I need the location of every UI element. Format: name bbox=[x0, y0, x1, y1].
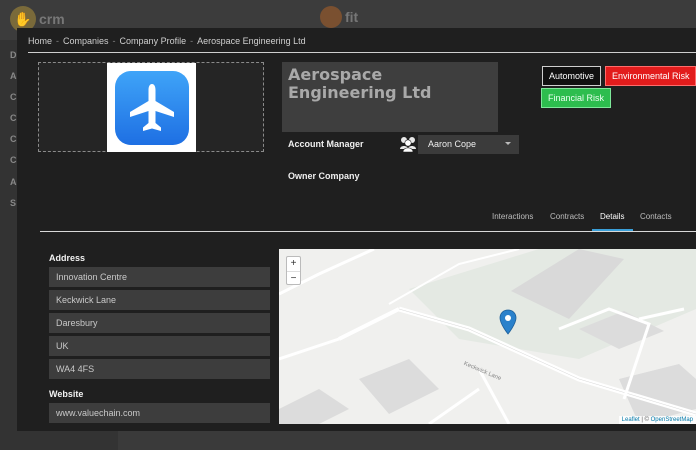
address-label: Address bbox=[49, 253, 86, 263]
tab-details[interactable]: Details bbox=[600, 212, 624, 221]
sidebar-item: A bbox=[10, 177, 17, 187]
sidebar-item: D bbox=[10, 50, 17, 60]
address-line-1: Innovation Centre bbox=[49, 267, 270, 287]
breadcrumb-companies[interactable]: Companies bbox=[63, 36, 109, 46]
leaflet-link[interactable]: Leaflet bbox=[622, 417, 640, 423]
zoom-out-button[interactable]: − bbox=[287, 271, 300, 285]
account-manager-value: Aaron Cope bbox=[428, 139, 477, 149]
tag-automotive[interactable]: Automotive bbox=[542, 66, 602, 86]
tab-contracts[interactable]: Contracts bbox=[550, 212, 584, 221]
people-icon bbox=[400, 137, 416, 153]
sidebar-item: C bbox=[10, 134, 17, 144]
tab-contacts[interactable]: Contacts bbox=[640, 212, 672, 221]
company-profile-modal: Home - Companies - Company Profile - Aer… bbox=[17, 28, 696, 431]
sidebar-item: A bbox=[10, 71, 17, 81]
account-manager-label: Account Manager bbox=[288, 139, 364, 149]
owner-company-label: Owner Company bbox=[288, 171, 360, 181]
map-attribution: Leaflet | © OpenStreetMap bbox=[618, 416, 696, 424]
address-country: UK bbox=[49, 336, 270, 356]
map-tiles bbox=[279, 249, 696, 424]
breadcrumb-current: Aerospace Engineering Ltd bbox=[197, 36, 306, 46]
airplane-icon bbox=[129, 83, 174, 131]
address-city: Daresbury bbox=[49, 313, 270, 333]
openstreetmap-link[interactable]: OpenStreetMap bbox=[651, 417, 693, 423]
tag-environmental-risk[interactable]: Environmental Risk bbox=[605, 66, 696, 86]
address-line-2: Keckwick Lane bbox=[49, 290, 270, 310]
website-value[interactable]: www.valuechain.com bbox=[49, 403, 270, 423]
chevron-down-icon bbox=[505, 142, 511, 145]
map-marker-icon[interactable] bbox=[499, 309, 517, 335]
airplane-app-icon bbox=[114, 70, 189, 145]
header-divider bbox=[28, 52, 696, 53]
sidebar-item: C bbox=[10, 155, 17, 165]
website-label: Website bbox=[49, 389, 84, 399]
sidebar-item: S bbox=[10, 198, 17, 208]
breadcrumb-home[interactable]: Home bbox=[28, 36, 52, 46]
sidebar-item: C bbox=[10, 92, 17, 102]
company-logo bbox=[107, 63, 196, 152]
location-map[interactable]: Keckwick Lane + − Leaflet | © OpenStreet… bbox=[279, 249, 696, 424]
company-logo-dropzone[interactable] bbox=[38, 62, 264, 152]
breadcrumb: Home - Companies - Company Profile - Aer… bbox=[28, 36, 306, 46]
account-manager-select[interactable]: Aaron Cope bbox=[418, 135, 519, 154]
zoom-in-button[interactable]: + bbox=[287, 257, 300, 271]
sidebar-item: C bbox=[10, 113, 17, 123]
company-name: Aerospace Engineering Ltd bbox=[288, 65, 432, 102]
fit-logo-icon bbox=[320, 6, 342, 28]
breadcrumb-company-profile[interactable]: Company Profile bbox=[120, 36, 187, 46]
fit-logo: fit bbox=[320, 6, 358, 28]
tab-interactions[interactable]: Interactions bbox=[492, 212, 533, 221]
tabs-divider bbox=[40, 231, 696, 232]
company-name-box: Aerospace Engineering Ltd bbox=[282, 62, 498, 132]
map-zoom-control: + − bbox=[286, 256, 301, 285]
tag-financial-risk[interactable]: Financial Risk bbox=[541, 88, 612, 108]
address-postcode: WA4 4FS bbox=[49, 359, 270, 379]
